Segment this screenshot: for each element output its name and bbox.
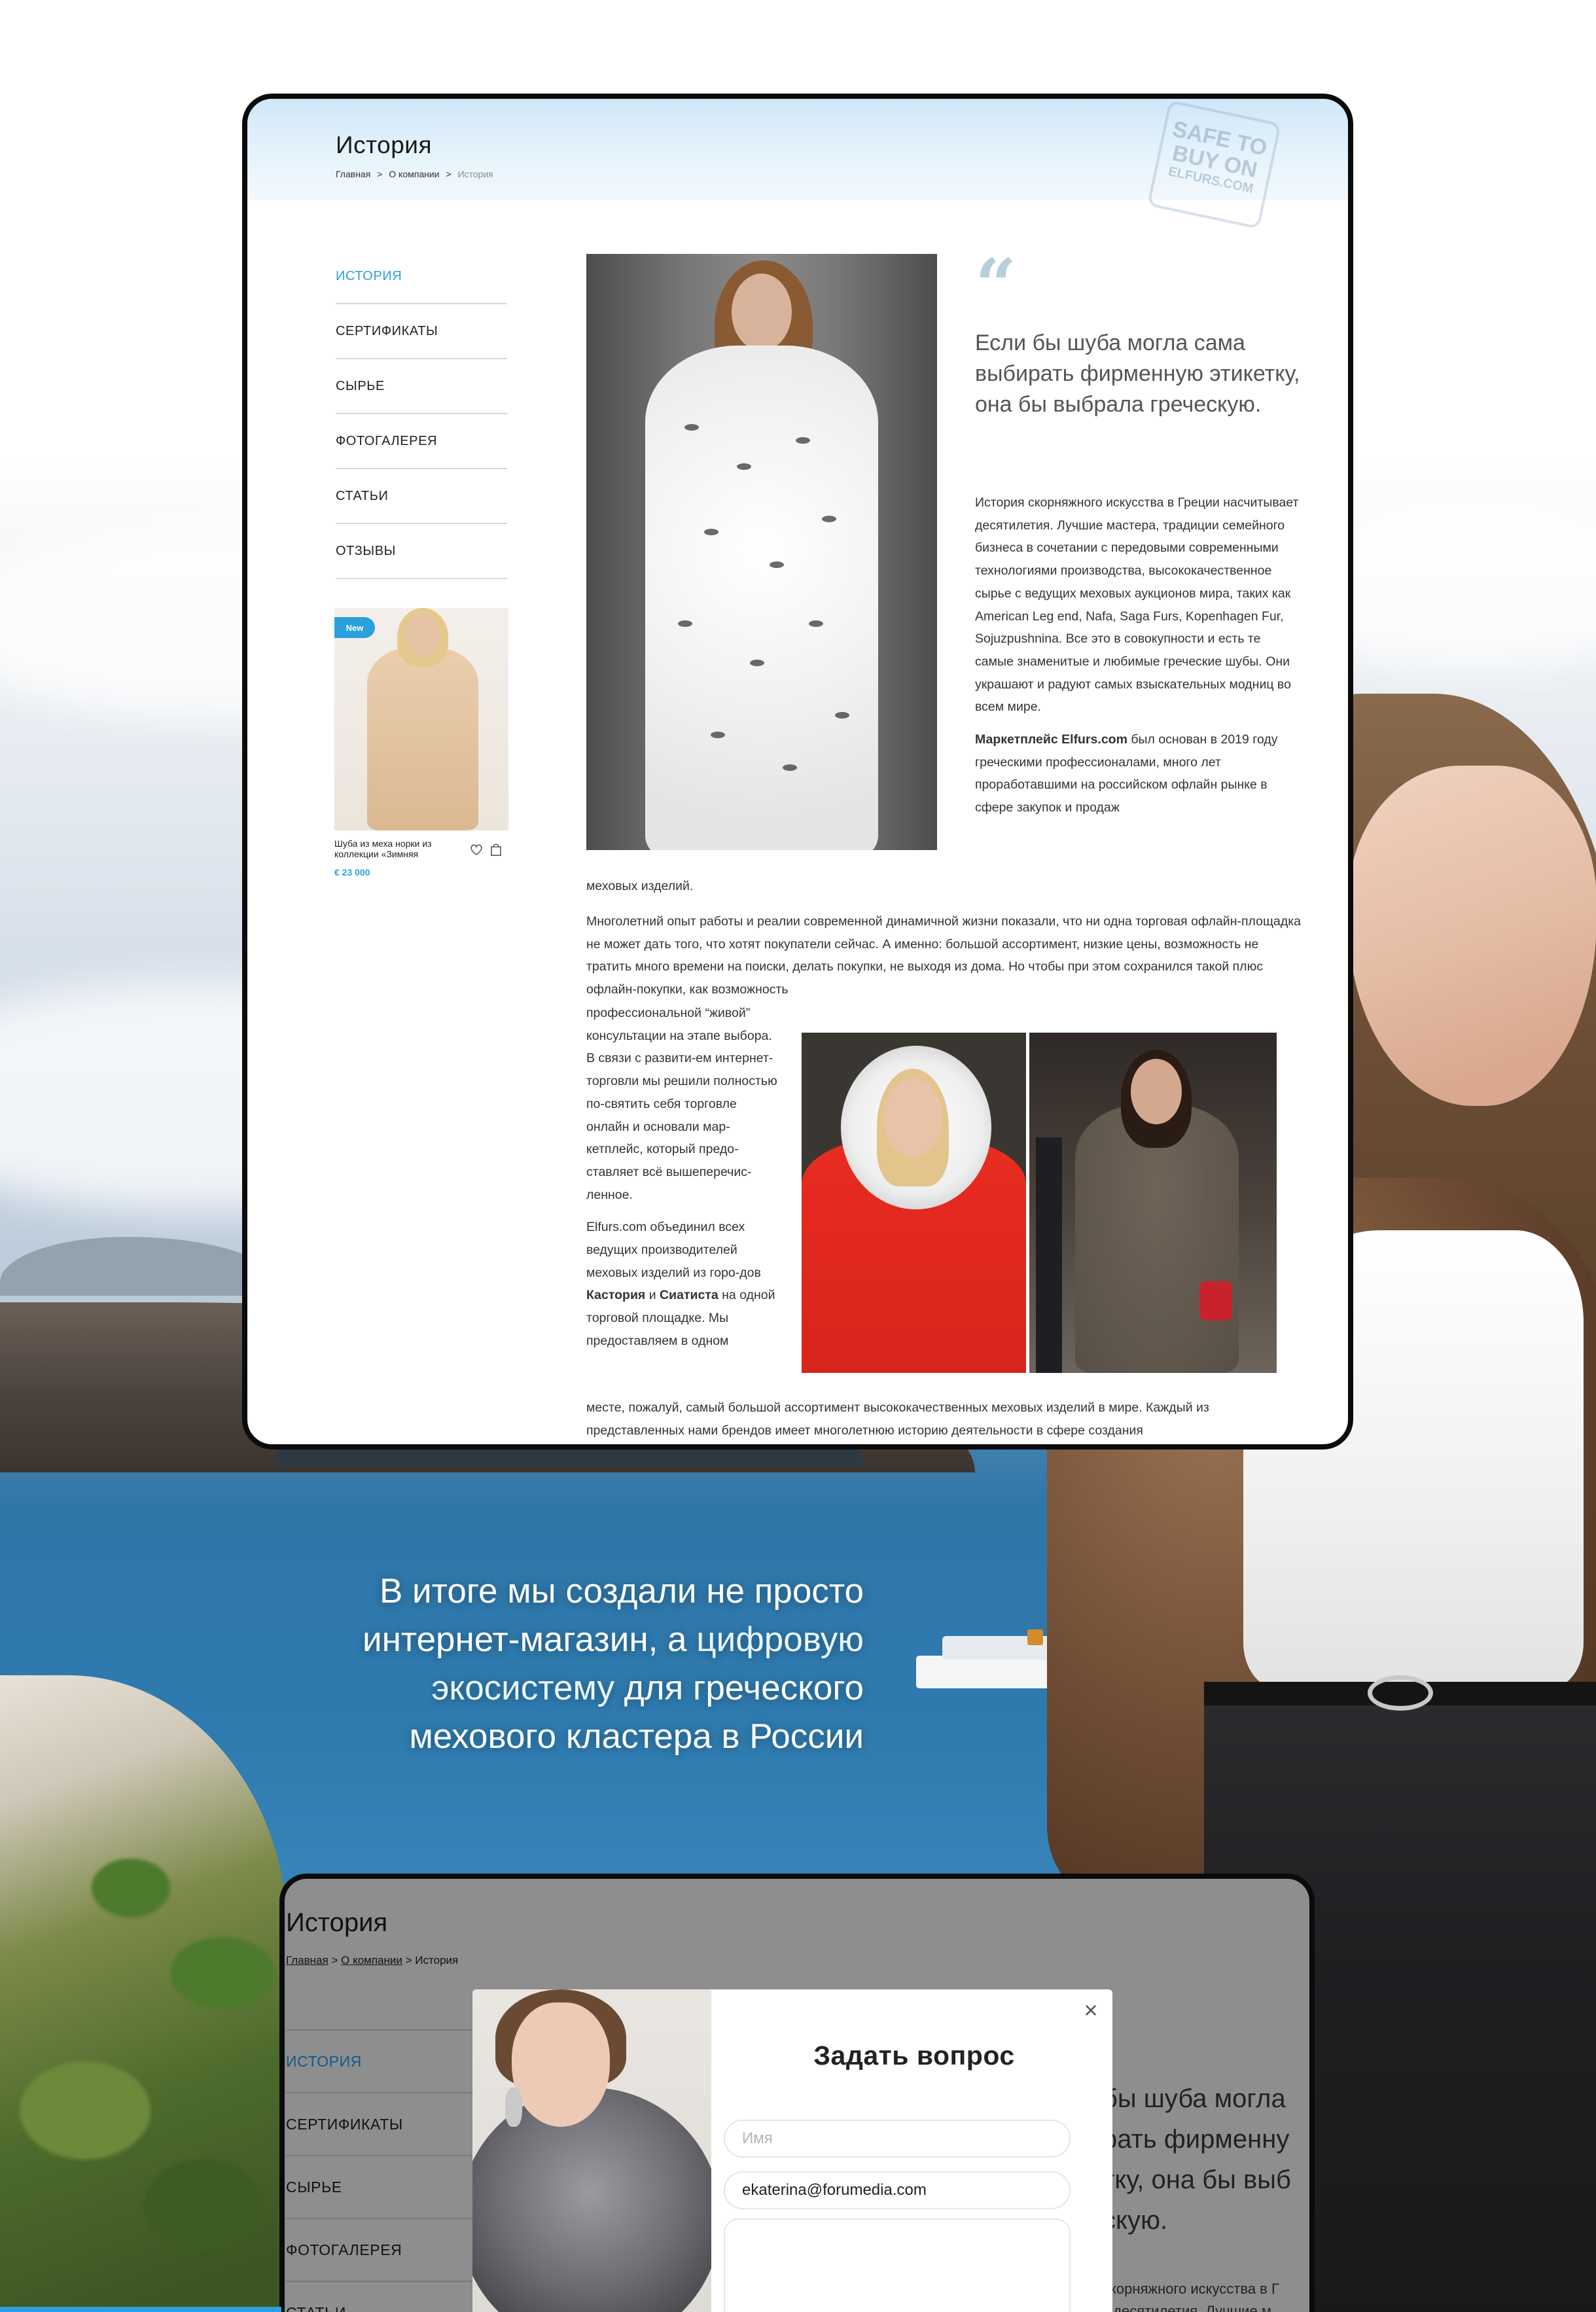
heart-icon[interactable] xyxy=(470,844,482,856)
product-card[interactable]: New Шуба из меха норки из коллекции «Зим… xyxy=(334,608,508,878)
paragraph: Многолетний опыт работы и реалии совреме… xyxy=(586,914,1302,997)
sidebar-nav: ИСТОРИЯ СЕРТИФИКАТЫ СЫРЬЕ ФОТОГАЛЕРЕЯ СТ… xyxy=(336,249,507,579)
main-fur-coat-photo xyxy=(586,254,937,850)
quote-line: рать фирменну xyxy=(1103,2125,1290,2154)
breadcrumb-separator: > xyxy=(446,169,452,179)
sidebar-item-articles[interactable]: СТАТЬИ xyxy=(336,469,507,524)
bold-text: Маркетплейс Elfurs.com xyxy=(975,732,1127,747)
sable-coat-photo xyxy=(1029,1033,1277,1373)
shrub xyxy=(20,2061,151,2160)
shrub xyxy=(170,1937,275,2009)
history-text: История скорняжного искусства в Греции н… xyxy=(975,491,1302,829)
text: и xyxy=(645,1288,660,1303)
email-input[interactable] xyxy=(724,2171,1071,2209)
breadcrumb: Главная > О компании > История xyxy=(336,169,497,179)
breadcrumb-separator: > xyxy=(405,1954,412,1966)
text-line: т десятилетия. Лучшие м xyxy=(1103,2303,1271,2312)
bold-text: Сиатиста xyxy=(660,1288,718,1303)
product-price: € 23 000 xyxy=(334,867,370,878)
new-badge: New xyxy=(334,617,375,638)
breadcrumb-current: История xyxy=(415,1954,459,1966)
accent-line xyxy=(0,2307,281,2312)
quote-line: тку, она бы выб xyxy=(1103,2165,1291,2194)
breadcrumb-separator: > xyxy=(377,169,383,179)
sidebar-item-history[interactable]: ИСТОРИЯ xyxy=(336,249,507,304)
sidebar-item-photo-gallery[interactable]: ФОТОГАЛЕРЕЯ xyxy=(286,2218,482,2281)
sidebar-item-raw-materials[interactable]: СЫРЬЕ xyxy=(336,359,507,414)
history-text: скорняжного искусства в Г т десятилетия.… xyxy=(1103,2278,1309,2312)
quote-line: бы шуба могла xyxy=(1103,2084,1286,2113)
quote-text: бы шуба могла рать фирменну тку, она бы … xyxy=(1103,2078,1309,2241)
page-header: История Главная > О компании > История S… xyxy=(247,99,1348,230)
name-input[interactable] xyxy=(724,2120,1071,2158)
sidebar-item-photo-gallery[interactable]: ФОТОГАЛЕРЕЯ xyxy=(336,414,507,469)
sidebar-item-certificates[interactable]: СЕРТИФИКАТЫ xyxy=(286,2092,482,2155)
text-line: скорняжного искусства в Г xyxy=(1103,2281,1279,2297)
ask-question-modal: × Задать вопрос xyxy=(472,1989,1112,2312)
shrub xyxy=(92,1858,170,1917)
paragraph: профессиональной “живой” консультации на… xyxy=(586,1006,777,1202)
shrub xyxy=(144,2160,262,2251)
history-page-mockup: История Главная > О компании > История S… xyxy=(242,94,1353,1449)
quote-line: скую. xyxy=(1103,2206,1168,2235)
sidebar-item-certificates[interactable]: СЕРТИФИКАТЫ xyxy=(336,304,507,359)
safe-to-buy-stamp: SAFE TO BUY ON ELFURS.COM xyxy=(1146,99,1282,230)
product-name[interactable]: Шуба из меха норки из коллекции «Зимняя xyxy=(334,838,465,859)
close-icon[interactable]: × xyxy=(1078,1997,1104,2023)
quote-icon: “ xyxy=(975,243,1017,327)
paragraph: Маркетплейс Elfurs.com был основан в 201… xyxy=(975,728,1302,819)
modal-photo xyxy=(472,1989,711,2312)
modal-title: Задать вопрос xyxy=(813,2040,1015,2071)
sidebar-nav: ИСТОРИЯ СЕРТИФИКАТЫ СЫРЬЕ ФОТОГАЛЕРЕЯ СТ… xyxy=(286,2029,482,2312)
question-textarea[interactable] xyxy=(724,2218,1071,2312)
paragraph: месте, пожалуй, самый большой ассортимен… xyxy=(586,1400,1209,1438)
page-title: История xyxy=(336,132,432,158)
sidebar-item-reviews[interactable]: ОТЗЫВЫ xyxy=(336,524,507,579)
paragraph: Elfurs.com объединил всех ведущих произв… xyxy=(586,1216,783,1352)
bag-icon[interactable] xyxy=(491,844,501,856)
page-title: История xyxy=(286,1908,388,1937)
product-image[interactable]: New xyxy=(334,608,508,830)
sidebar-item-articles[interactable]: СТАТЬИ xyxy=(286,2281,482,2312)
paragraph: меховых изделий. xyxy=(586,879,694,893)
breadcrumb-home[interactable]: Главная xyxy=(336,169,370,179)
sidebar-item-raw-materials[interactable]: СЫРЬЕ xyxy=(286,2155,482,2218)
quote-text: Если бы шуба могла сама выбирать фирменн… xyxy=(975,330,1300,417)
sidebar-item-history[interactable]: ИСТОРИЯ xyxy=(286,2029,482,2092)
wrapped-text: профессиональной “живой” консультации на… xyxy=(586,1002,783,1362)
breadcrumb-company[interactable]: О компании xyxy=(389,169,439,179)
breadcrumb: Главная > О компании > История xyxy=(286,1954,458,1967)
paragraph: История скорняжного искусства в Греции н… xyxy=(975,495,1299,715)
red-coat-photo xyxy=(802,1033,1026,1373)
bold-text: Кастория xyxy=(586,1288,646,1303)
product-actions xyxy=(469,840,508,860)
breadcrumb-separator: > xyxy=(331,1954,338,1966)
text: Elfurs.com объединил всех ведущих произв… xyxy=(586,1220,761,1280)
breadcrumb-current: История xyxy=(457,169,493,179)
breadcrumb-home[interactable]: Главная xyxy=(286,1954,328,1966)
slogan: В итоге мы создали не просто интернет-ма… xyxy=(308,1567,864,1761)
breadcrumb-company[interactable]: О компании xyxy=(341,1954,402,1966)
